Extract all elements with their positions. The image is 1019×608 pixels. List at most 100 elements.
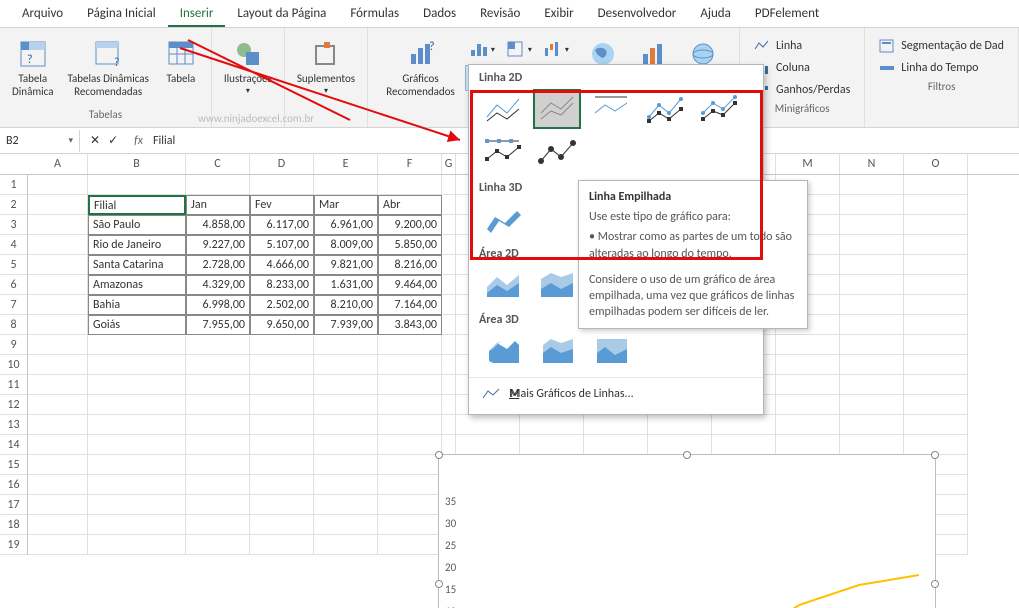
cell[interactable] [904,255,968,275]
cell[interactable] [840,275,904,295]
cell[interactable] [88,495,186,515]
cell[interactable] [28,275,88,295]
cell[interactable] [28,475,88,495]
area2d-simple[interactable] [479,265,527,305]
cell[interactable]: 2.728,00 [186,255,250,275]
cell[interactable] [442,375,456,395]
cell[interactable]: 2.502,00 [250,295,314,315]
column-header[interactable]: A [28,154,88,174]
cell[interactable] [28,495,88,515]
column-header[interactable]: C [186,154,250,174]
cell[interactable] [378,395,442,415]
cell[interactable] [186,355,250,375]
cell[interactable] [28,455,88,475]
cell[interactable]: Rio de Janeiro [88,235,186,255]
cell[interactable] [442,215,456,235]
cell[interactable] [840,255,904,275]
row-header[interactable]: 17 [0,495,28,515]
slicer-button[interactable]: Segmentação de Dad [873,36,1010,56]
cell[interactable] [840,395,904,415]
cell[interactable] [378,535,442,555]
cell[interactable]: 4.858,00 [186,215,250,235]
column-header[interactable]: G [442,154,456,174]
cell[interactable] [314,495,378,515]
cell[interactable] [904,315,968,335]
cell[interactable] [378,435,442,455]
cell[interactable] [442,355,456,375]
row-header[interactable]: 9 [0,335,28,355]
cell[interactable] [904,295,968,315]
cell[interactable] [378,415,442,435]
cell[interactable] [442,415,456,435]
cell[interactable] [250,435,314,455]
cell[interactable]: Goiás [88,315,186,335]
cell[interactable] [776,415,840,435]
tab-formulas[interactable]: Fórmulas [338,0,411,27]
row-header[interactable]: 7 [0,295,28,315]
cell[interactable] [28,375,88,395]
illustrations-button[interactable]: Ilustrações ▾ [220,36,276,99]
cell[interactable] [186,495,250,515]
cell[interactable]: 1.631,00 [314,275,378,295]
cell[interactable] [456,415,520,435]
cell[interactable] [840,175,904,195]
cell[interactable]: 8.009,00 [314,235,378,255]
row-header[interactable]: 18 [0,515,28,535]
area3d-100stacked[interactable] [587,331,635,371]
row-header[interactable]: 12 [0,395,28,415]
cell[interactable]: Mar [314,195,378,215]
cell[interactable]: 9.464,00 [378,275,442,295]
cell[interactable] [314,355,378,375]
row-header[interactable]: 6 [0,275,28,295]
cell[interactable] [28,255,88,275]
cell[interactable] [88,435,186,455]
chart-preview[interactable]: onas Bahia Goiás Abr 35 30 25 20 15 10 5… [438,454,936,608]
cell[interactable] [840,195,904,215]
tab-desenvolvedor[interactable]: Desenvolvedor [586,0,689,27]
cell[interactable] [840,235,904,255]
cell[interactable]: 8.233,00 [250,275,314,295]
cell[interactable] [442,295,456,315]
tab-pdfelement[interactable]: PDFelement [743,0,831,27]
cell[interactable] [186,395,250,415]
cell[interactable]: 6.117,00 [250,215,314,235]
cell[interactable] [776,375,840,395]
cell[interactable]: 5.107,00 [250,235,314,255]
cell[interactable] [88,375,186,395]
cell[interactable] [378,375,442,395]
timeline-button[interactable]: Linha do Tempo [873,58,1010,78]
hierarchy-chart-button[interactable]: ▾ [502,38,536,62]
cell[interactable] [88,335,186,355]
line2d-100stacked-markers[interactable] [479,133,527,173]
cell[interactable] [442,175,456,195]
cell[interactable] [904,235,968,255]
cell[interactable] [314,415,378,435]
cell[interactable] [28,435,88,455]
cell[interactable] [840,335,904,355]
tab-inserir[interactable]: Inserir [168,0,226,27]
cell[interactable]: São Paulo [88,215,186,235]
row-header[interactable]: 4 [0,235,28,255]
cell[interactable]: 9.200,00 [378,215,442,235]
cell[interactable] [186,535,250,555]
cell[interactable] [904,195,968,215]
cell[interactable] [904,355,968,375]
cell[interactable] [28,395,88,415]
cell[interactable] [776,335,840,355]
row-header[interactable]: 8 [0,315,28,335]
cell[interactable]: 3.843,00 [378,315,442,335]
cell[interactable] [88,355,186,375]
cell[interactable] [442,395,456,415]
row-header[interactable]: 5 [0,255,28,275]
cell[interactable] [250,175,314,195]
cell[interactable]: 6.998,00 [186,295,250,315]
cell[interactable] [28,215,88,235]
cell[interactable] [712,415,776,435]
cell[interactable] [648,415,712,435]
name-box[interactable]: B2▾ [0,130,80,152]
cell[interactable] [840,375,904,395]
cell[interactable] [28,515,88,535]
column-header[interactable]: O [904,154,968,174]
line2d-simple[interactable] [479,89,527,129]
enter-formula-icon[interactable]: ✓ [108,133,118,148]
